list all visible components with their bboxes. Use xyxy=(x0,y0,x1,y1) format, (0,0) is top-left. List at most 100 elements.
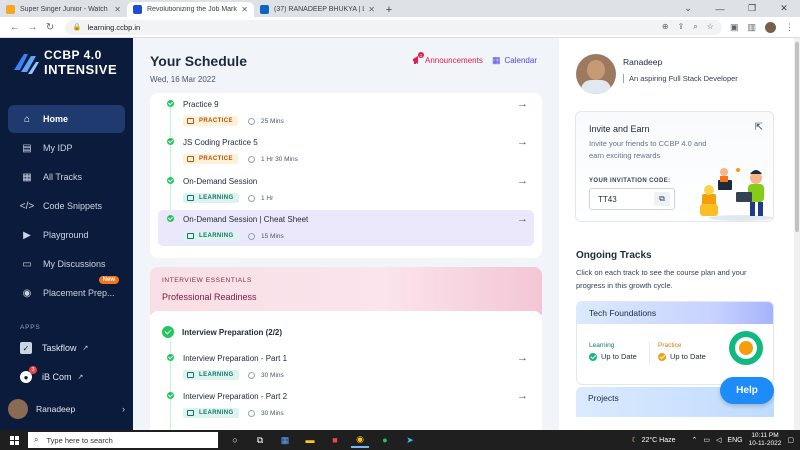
schedule-item-highlighted[interactable]: On-Demand Session | Cheat Sheet → LEARNI… xyxy=(158,210,534,246)
extensions-icon[interactable]: ▣ xyxy=(730,22,739,33)
sidebar-item-code-snippets[interactable]: </> Code Snippets xyxy=(8,192,125,220)
tray-up-arrow-icon[interactable]: ⌃ xyxy=(692,436,698,444)
volume-icon[interactable]: ◁ xyxy=(716,436,721,444)
minimize-icon[interactable]: — xyxy=(704,4,736,14)
terminal-icon: ▶ xyxy=(23,229,31,241)
profile-role: An aspiring Full Stack Developer xyxy=(623,74,738,83)
sidebar-item-all-tracks[interactable]: ▦ All Tracks xyxy=(8,163,125,191)
profile-avatar[interactable] xyxy=(576,54,616,94)
maximize-icon[interactable]: ❐ xyxy=(736,3,768,14)
sidebar-item-my-discussions[interactable]: ▭ My Discussions xyxy=(8,250,125,278)
lock-icon: 🔒 xyxy=(72,24,82,31)
announcement-badge: 1 xyxy=(418,52,424,58)
share-icon[interactable]: ⇪ xyxy=(678,22,685,32)
schedule-card: Practice 9 → PRACTICE 25 Mins JS Coding … xyxy=(150,93,542,258)
copy-icon[interactable]: ⧉ xyxy=(654,192,670,206)
session-title: Practice 9 xyxy=(183,100,219,109)
learning-status: Learning Up to Date xyxy=(589,342,637,361)
arrow-right-icon[interactable]: → xyxy=(517,175,528,187)
practice-status: Practice Up to Date xyxy=(658,342,706,361)
browser-tab-active[interactable]: Revolutionizing the Job Market | ✕ xyxy=(127,2,254,17)
app-taskflow[interactable]: ✓ Taskflow ↗ xyxy=(20,340,88,356)
install-app-icon[interactable]: ⊕ xyxy=(662,22,669,32)
arrow-right-icon[interactable]: → xyxy=(517,352,528,364)
session-duration: 1 Hr xyxy=(248,193,273,203)
reload-icon[interactable]: ↻ xyxy=(41,22,59,33)
logo-line-1: CCBP 4.0 xyxy=(44,48,102,62)
completed-check-icon xyxy=(167,138,174,145)
browser-tab[interactable]: Super Singer Junior - Watch Epis ✕ xyxy=(0,2,127,17)
invite-and-earn-card: Invite and Earn ⇱ Invite your friends to… xyxy=(575,111,774,222)
store-icon[interactable]: ▦ xyxy=(276,432,294,448)
arrow-right-icon[interactable]: → xyxy=(517,98,528,110)
telegram-icon[interactable]: ➤ xyxy=(401,432,419,448)
network-icon[interactable]: ▭ xyxy=(703,436,710,444)
zoom-icon[interactable]: ⌕ xyxy=(693,22,697,32)
windows-start-icon[interactable] xyxy=(0,435,28,445)
sidebar-toggle-icon[interactable]: ▥ xyxy=(747,22,756,33)
taskbar-search-input[interactable]: ⌕ Type here to search xyxy=(28,432,218,448)
cortana-icon[interactable]: ○ xyxy=(226,432,244,448)
clock-icon xyxy=(248,371,255,379)
file-explorer-icon[interactable]: ▬ xyxy=(301,432,319,448)
task-view-icon[interactable]: ⧉ xyxy=(251,432,269,448)
schedule-item[interactable]: JS Coding Practice 5 → PRACTICE 1 Hr 30 … xyxy=(158,133,534,169)
sidebar-user-profile[interactable]: Ranadeep › xyxy=(8,399,125,419)
sidebar-item-home[interactable]: ⌂ Home xyxy=(8,105,125,133)
app-ib-com[interactable]: ● 3 iB Com ↗ xyxy=(20,366,84,385)
arrow-right-icon[interactable]: → xyxy=(517,390,528,402)
book-icon: ▦ xyxy=(22,171,32,183)
whatsapp-icon[interactable]: ● xyxy=(376,432,394,448)
forward-icon[interactable]: → xyxy=(24,22,42,33)
bookmark-star-icon[interactable]: ☆ xyxy=(707,22,714,32)
session-duration: 30 Mins xyxy=(248,408,284,418)
browser-tab[interactable]: (37) RANADEEP BHUKYA | LinkedIn ✕ xyxy=(254,2,381,17)
back-icon[interactable]: ← xyxy=(6,22,24,33)
browser-menu-icon[interactable]: ⋮ xyxy=(785,22,794,33)
office-icon[interactable]: ■ xyxy=(326,432,344,448)
learning-tag: LEARNING xyxy=(183,370,239,380)
completed-check-icon xyxy=(167,100,174,107)
completed-check-icon xyxy=(162,326,174,338)
weather-widget[interactable]: ☾ 22°C Haze xyxy=(631,436,675,445)
sidebar-item-placement-prep[interactable]: ◉ Placement Prep... New xyxy=(8,276,125,307)
session-title: Interview Preparation - Part 2 xyxy=(183,392,288,401)
help-button[interactable]: Help xyxy=(720,377,774,404)
practice-tag: PRACTICE xyxy=(183,154,238,164)
schedule-item[interactable]: Interview Preparation - Part 1 → LEARNIN… xyxy=(158,349,534,385)
language-indicator[interactable]: ENG xyxy=(727,437,742,444)
arrow-right-icon[interactable]: → xyxy=(517,213,528,225)
arrow-right-icon[interactable]: → xyxy=(517,136,528,148)
schedule-item[interactable]: Practice 9 → PRACTICE 25 Mins xyxy=(158,95,534,131)
ccbp-logo[interactable]: CCBP 4.0 INTENSIVE xyxy=(12,48,117,77)
browser-tab-bar: Super Singer Junior - Watch Epis ✕ Revol… xyxy=(0,0,800,17)
url-input[interactable]: 🔒 learning.ccbp.in ⊕ ⇪ ⌕ ☆ xyxy=(64,19,722,35)
browser-profile-avatar[interactable] xyxy=(764,21,776,33)
taskbar-clock[interactable]: 10:11 PM 10-11-2022 xyxy=(749,432,782,448)
new-tab-button[interactable]: + xyxy=(381,2,397,17)
notifications-icon[interactable]: ▢ xyxy=(787,436,794,444)
chrome-icon[interactable]: ◉ xyxy=(351,432,369,448)
sidebar-item-playground[interactable]: ▶ Playground xyxy=(8,221,125,249)
schedule-item[interactable]: On-Demand Session → LEARNING 1 Hr xyxy=(158,172,534,208)
calendar-button[interactable]: ▦ Calendar xyxy=(492,55,537,66)
tab-close-icon[interactable]: ✕ xyxy=(368,5,375,14)
external-link-icon: ↗ xyxy=(77,374,84,381)
schedule-item[interactable]: Interview Preparation - Part 2 → LEARNIN… xyxy=(158,387,534,423)
tab-close-icon[interactable]: ✕ xyxy=(241,5,248,14)
announcements-button[interactable]: 1 Announcements xyxy=(412,52,483,65)
sidebar-user-name: Ranadeep xyxy=(36,404,76,414)
page-scrollbar[interactable] xyxy=(794,38,800,430)
sidebar-item-label: Code Snippets xyxy=(43,201,103,211)
session-duration: 1 Hr 30 Mins xyxy=(248,154,298,164)
clock-icon xyxy=(248,194,255,202)
interview-essentials-label: INTERVIEW ESSENTIALS xyxy=(162,277,252,284)
share-external-icon[interactable]: ⇱ xyxy=(755,122,763,133)
address-bar: ← → ↻ 🔒 learning.ccbp.in ⊕ ⇪ ⌕ ☆ ▣ ▥ ⋮ xyxy=(0,17,800,38)
sidebar-item-my-idp[interactable]: ▤ My IDP xyxy=(8,134,125,162)
close-window-icon[interactable]: ✕ xyxy=(768,3,800,14)
book-open-icon xyxy=(187,195,194,201)
tab-close-icon[interactable]: ✕ xyxy=(114,5,121,14)
track-card-tech-foundations[interactable]: Tech Foundations Learning Up to Date Pra… xyxy=(576,301,774,385)
tab-search-icon[interactable]: ⌄ xyxy=(672,3,704,14)
